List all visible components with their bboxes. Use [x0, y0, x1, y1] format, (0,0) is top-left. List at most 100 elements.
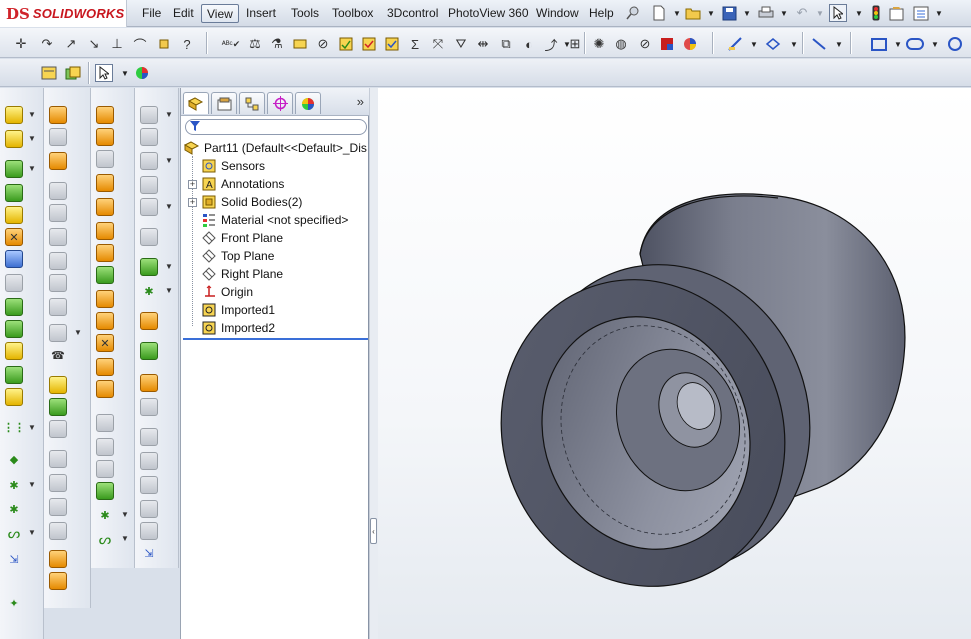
arrow-down-right-icon[interactable]: ↘ — [85, 35, 103, 53]
point-icon[interactable]: ✛ — [12, 35, 30, 53]
thicken-icon[interactable] — [49, 376, 67, 394]
zebra-stripes-icon[interactable]: ◍ — [612, 35, 630, 53]
shell-icon[interactable]: ✱ — [5, 500, 23, 518]
chamfer-icon[interactable] — [5, 366, 23, 384]
print-icon[interactable] — [757, 4, 775, 22]
line-icon[interactable] — [810, 35, 828, 53]
split-line-icon[interactable] — [49, 182, 67, 200]
interlock-icon[interactable] — [140, 312, 158, 330]
menu-edit[interactable]: Edit — [168, 4, 199, 23]
swept-surface-icon[interactable] — [96, 174, 114, 192]
undo-dropdown-caret[interactable]: ▼ — [811, 4, 829, 22]
replace-face-icon[interactable] — [96, 358, 114, 376]
featuremanager-tab[interactable] — [183, 92, 209, 114]
parting-surface-icon[interactable]: ✱ — [140, 282, 158, 300]
section-properties-icon[interactable] — [291, 35, 309, 53]
draft-caret[interactable]: ▼ — [28, 480, 36, 489]
open-icon[interactable] — [684, 4, 702, 22]
core-cavity-icon[interactable] — [140, 374, 158, 392]
curves-caret[interactable]: ▼ — [121, 534, 129, 543]
rectangle-dropdown-caret[interactable]: ▼ — [889, 35, 907, 53]
weldment-icon[interactable] — [140, 428, 158, 446]
solidworks-logo[interactable]: DS SOLIDWORKS — [0, 0, 127, 27]
measure-icon[interactable]: ⚖ — [246, 35, 264, 53]
save-dropdown-caret[interactable]: ▼ — [738, 4, 756, 22]
lofted-surface-icon[interactable] — [96, 198, 114, 216]
thickness-analysis-icon[interactable]: ⛛ — [452, 35, 470, 53]
extrude-caret[interactable]: ▼ — [28, 110, 36, 119]
tree-item-front-plane[interactable]: Front Plane — [201, 229, 283, 246]
split-icon[interactable] — [140, 152, 158, 170]
revolved-boss-icon[interactable] — [5, 130, 23, 148]
file-properties-icon[interactable] — [888, 4, 906, 22]
filled-surface-icon[interactable] — [96, 244, 114, 262]
rotate-part-icon[interactable] — [155, 35, 173, 53]
select-dropdown-caret[interactable]: ▼ — [850, 4, 868, 22]
projected-curve-icon[interactable] — [49, 204, 67, 222]
cone-icon[interactable] — [49, 152, 67, 170]
shut-off-icon[interactable] — [140, 228, 158, 246]
new-document-icon[interactable] — [650, 4, 668, 22]
options-dropdown-caret[interactable]: ▼ — [930, 4, 948, 22]
dimxpert-tab[interactable] — [267, 92, 293, 114]
tree-item-annotations[interactable]: A Annotations — [201, 175, 284, 192]
boundary-boss-icon[interactable] — [5, 206, 23, 224]
symmetry-check-icon[interactable]: ⧉ — [497, 35, 515, 53]
ruled-icon[interactable] — [140, 342, 158, 360]
dimension-dropdown-caret[interactable]: ▼ — [785, 35, 803, 53]
tooling-split-icon[interactable] — [140, 258, 158, 276]
paperclip-icon[interactable] — [140, 128, 158, 146]
planar-surface-icon[interactable] — [49, 572, 67, 590]
core-icon[interactable] — [140, 176, 158, 194]
help-icon[interactable]: ? — [178, 35, 196, 53]
curves-icon[interactable]: ᔕ — [96, 530, 114, 548]
select-icon[interactable] — [829, 4, 847, 22]
knit-surface-icon[interactable] — [49, 398, 67, 416]
curve-xyz-icon[interactable] — [49, 298, 67, 316]
tree-item-solid-bodies[interactable]: Solid Bodies(2) — [201, 193, 302, 210]
gusset-icon[interactable] — [140, 476, 158, 494]
compare-icon[interactable]: ⊘ — [636, 35, 654, 53]
magnet-icon[interactable] — [96, 150, 114, 168]
3d-sketch-icon[interactable] — [49, 128, 67, 146]
pin-icon[interactable] — [624, 4, 642, 22]
mold-caret[interactable]: ▼ — [165, 110, 173, 119]
composite-curve-icon[interactable] — [49, 228, 67, 246]
linear-pattern-icon[interactable] — [5, 388, 23, 406]
print-dropdown-caret[interactable]: ▼ — [775, 4, 793, 22]
rollback-bar[interactable] — [183, 338, 368, 340]
sketch-icon[interactable] — [727, 35, 745, 53]
display-manager-tab[interactable] — [295, 92, 321, 114]
telephone-icon[interactable]: ☎ — [49, 346, 67, 364]
parting-line-icon[interactable]: ⇹ — [474, 35, 492, 53]
draft-analysis-icon[interactable] — [360, 35, 378, 53]
boundary-surface-icon[interactable] — [96, 222, 114, 240]
parting-caret[interactable]: ▼ — [165, 286, 173, 295]
circular-pattern-icon[interactable]: ⋮⋮ — [3, 418, 25, 436]
mass-properties-icon[interactable]: ⚗ — [268, 35, 286, 53]
circle-icon[interactable] — [946, 35, 964, 53]
curve-through-points-icon[interactable] — [49, 274, 67, 292]
design-checker-icon[interactable] — [658, 35, 676, 53]
menu-3dcontrol[interactable]: 3Dcontrol — [382, 4, 443, 23]
structural-member-icon[interactable] — [140, 452, 158, 470]
feature-works-icon[interactable]: ✺ — [590, 35, 608, 53]
sketch-tool-icon[interactable] — [49, 106, 67, 124]
tree-item-sensors[interactable]: Sensors — [201, 157, 265, 174]
tree-item-right-plane[interactable]: Right Plane — [201, 265, 283, 282]
lofted-cut-icon[interactable] — [5, 298, 23, 316]
wrap-caret[interactable]: ▼ — [28, 528, 36, 537]
expand-solid-bodies-toggle[interactable]: + — [188, 198, 197, 207]
sketch-dropdown-caret[interactable]: ▼ — [745, 35, 763, 53]
offset-surface-icon[interactable] — [49, 474, 67, 492]
collapse-panel-icon[interactable]: ‹ — [370, 518, 377, 544]
save-icon[interactable] — [720, 4, 738, 22]
rebuild-icon[interactable] — [867, 4, 885, 22]
reference-geometry-icon[interactable]: ✦ — [5, 594, 23, 612]
revolved-cut-icon[interactable] — [5, 250, 23, 268]
configurationmanager-tab[interactable] — [239, 92, 265, 114]
reference-axis-icon[interactable]: ✱ — [96, 506, 114, 524]
fillet-icon[interactable] — [5, 342, 23, 360]
tree-item-origin[interactable]: Origin — [201, 283, 253, 300]
revolve-caret[interactable]: ▼ — [28, 134, 36, 143]
